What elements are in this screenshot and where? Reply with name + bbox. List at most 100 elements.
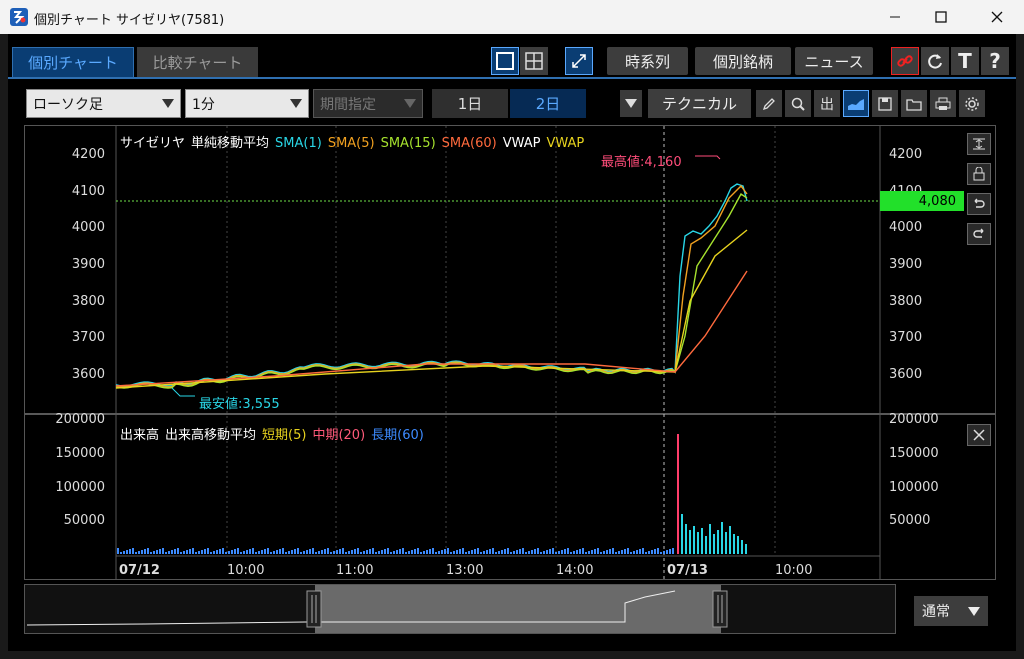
volume-bar — [546, 550, 548, 554]
price-tick-label: 3700 — [71, 330, 105, 345]
volume-bar — [528, 551, 530, 554]
refresh-icon — [928, 54, 942, 69]
app-icon — [10, 8, 28, 26]
price-legend-item[interactable]: SMA(1) — [275, 136, 322, 151]
two-day-button[interactable]: 2日 — [510, 89, 586, 118]
volume-tick-label: 100000 — [55, 480, 105, 495]
link-button[interactable] — [891, 47, 919, 75]
grid-layout-button[interactable] — [520, 47, 548, 75]
news-button[interactable]: ニュース — [795, 47, 873, 75]
lock-button[interactable] — [967, 163, 991, 185]
volume-legend-item: 出来高 — [120, 428, 160, 443]
volume-bar — [402, 548, 404, 554]
volume-bar — [645, 552, 647, 554]
volume-toggle-button[interactable] — [843, 90, 869, 117]
print-button[interactable] — [930, 90, 956, 117]
one-day-button[interactable]: 1日 — [432, 89, 508, 118]
refresh-button[interactable] — [921, 47, 949, 75]
technical-dropdown-button[interactable] — [620, 90, 642, 117]
open-button[interactable] — [901, 90, 927, 117]
text-icon: T — [958, 49, 972, 73]
output-button[interactable]: 出 — [814, 90, 840, 117]
grid-icon — [525, 52, 543, 70]
zoom-button[interactable] — [785, 90, 811, 117]
volume-legend-item[interactable]: 長期(60) — [371, 428, 424, 443]
individual-stock-button[interactable]: 個別銘柄 — [695, 47, 791, 75]
help-button[interactable]: ? — [981, 47, 1009, 75]
volume-bar — [384, 549, 386, 554]
close-pane-button[interactable] — [967, 424, 991, 446]
price-tick-label: 3600 — [889, 367, 923, 382]
volume-bar — [144, 549, 146, 554]
navigator-canvas[interactable] — [25, 585, 895, 633]
chevron-down-icon — [968, 607, 980, 616]
volume-legend-item[interactable]: 短期(5) — [262, 428, 306, 443]
volume-bar — [423, 551, 425, 554]
period-select[interactable]: 期間指定 — [313, 89, 423, 118]
volume-bar — [666, 550, 668, 554]
volume-bar — [630, 552, 632, 554]
redo-button[interactable] — [967, 223, 991, 245]
price-legend-item[interactable]: SMA(15) — [381, 136, 436, 151]
draw-button[interactable] — [756, 90, 782, 117]
volume-bar — [717, 530, 719, 554]
price-legend-item[interactable]: SMA(5) — [328, 136, 375, 151]
volume-legend-item[interactable]: 中期(20) — [312, 428, 365, 443]
volume-bar — [642, 548, 644, 554]
undo-button[interactable] — [967, 193, 991, 215]
navigator-window[interactable] — [315, 585, 721, 633]
volume-bar — [621, 550, 623, 554]
volume-bar — [348, 551, 350, 554]
volume-bar — [177, 548, 179, 554]
settings-button[interactable] — [959, 90, 985, 117]
navigator-mode-value: 通常 — [922, 604, 950, 620]
volume-bar — [432, 548, 434, 554]
single-layout-button[interactable] — [491, 47, 519, 75]
volume-bar — [246, 550, 248, 554]
tab-individual-chart[interactable]: 個別チャート — [12, 47, 134, 77]
volume-bar — [264, 549, 266, 554]
price-legend-item[interactable]: VWAP — [503, 136, 541, 151]
price-legend-item[interactable]: VWAP — [546, 136, 584, 151]
navigator-left-handle[interactable] — [306, 590, 322, 628]
close-icon — [973, 429, 985, 441]
expand-button[interactable] — [565, 47, 593, 75]
volume-bar — [315, 552, 317, 554]
price-legend-item[interactable]: SMA(60) — [442, 136, 497, 151]
volume-bar — [399, 549, 401, 554]
chart-canvas[interactable] — [25, 126, 995, 579]
navigator[interactable] — [24, 584, 896, 634]
volume-bar — [231, 550, 233, 554]
text-tool-button[interactable]: T — [951, 47, 979, 75]
volume-bar — [534, 549, 536, 554]
volume-bar — [306, 550, 308, 554]
volume-series — [117, 434, 747, 554]
volume-bar — [297, 548, 299, 554]
volume-bar — [733, 534, 735, 554]
volume-bar — [285, 552, 287, 554]
save-button[interactable] — [872, 90, 898, 117]
fit-vertical-button[interactable] — [967, 133, 991, 155]
price-legend: サイゼリヤ 単純移動平均 SMA(1) SMA(5) SMA(15) SMA(60) VWA… — [120, 132, 590, 151]
grid-lines — [226, 126, 776, 556]
tab-compare-chart[interactable]: 比較チャート — [137, 47, 258, 77]
sma15-line — [115, 192, 748, 389]
chart-area[interactable]: 4200410040003900380037003600 42004100400… — [24, 125, 996, 580]
volume-bar — [291, 550, 293, 554]
minimize-button[interactable] — [872, 0, 918, 34]
interval-select[interactable]: 1分 — [185, 89, 309, 118]
volume-bar — [207, 548, 209, 554]
close-button[interactable] — [974, 0, 1020, 34]
volume-bar — [636, 550, 638, 554]
navigator-mode-select[interactable]: 通常 — [914, 596, 988, 626]
volume-bar — [615, 552, 617, 554]
maximize-button[interactable] — [918, 0, 964, 34]
navigator-right-handle[interactable] — [712, 590, 728, 628]
volume-tick-label: 50000 — [63, 513, 105, 528]
technical-button[interactable]: テクニカル — [648, 89, 751, 118]
volume-bar — [693, 526, 695, 554]
chart-type-select[interactable]: ローソク足 — [26, 89, 181, 118]
time-series-button[interactable]: 時系列 — [607, 47, 688, 75]
volume-bar — [522, 548, 524, 554]
price-tick-label: 3700 — [889, 330, 923, 345]
